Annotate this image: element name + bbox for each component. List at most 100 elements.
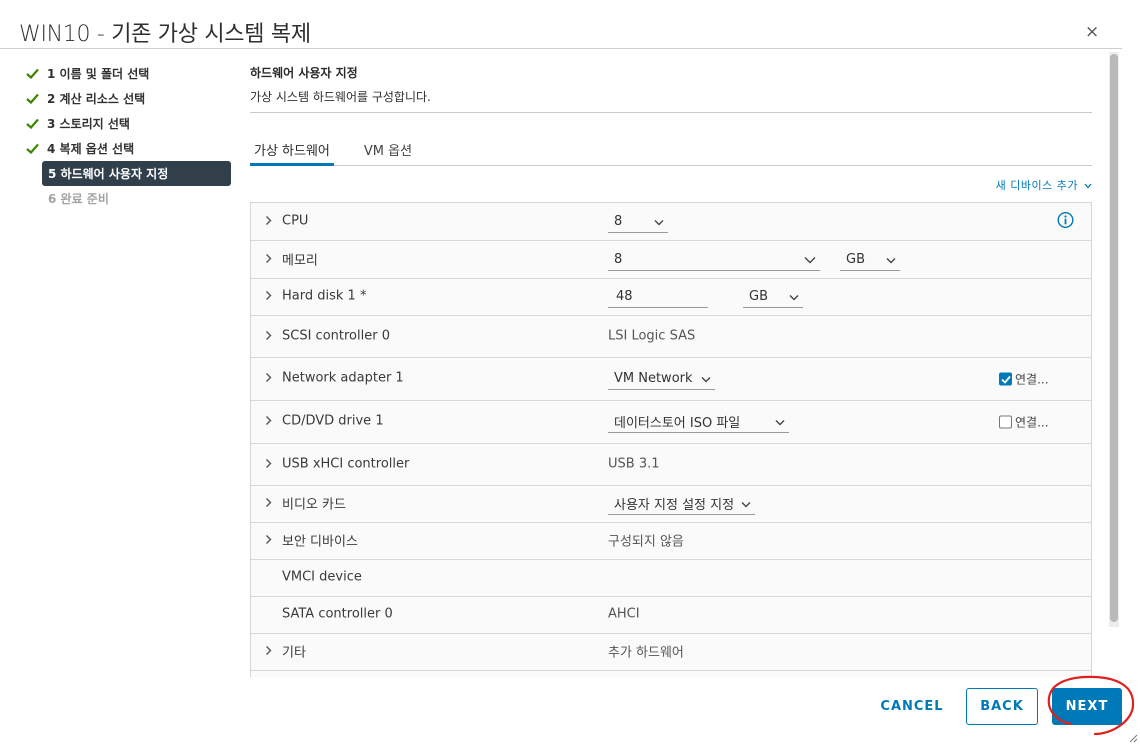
section-title: 하드웨어 사용자 지정 (250, 66, 358, 80)
disk-size-value: 48 (616, 289, 633, 304)
next-button[interactable]: NEXT (1052, 688, 1122, 725)
chevron-down-icon (654, 215, 664, 230)
hw-row-other: 기타 추가 하드웨어 (251, 634, 1091, 671)
scrollbar-thumb[interactable] (1110, 54, 1118, 622)
hw-row-sata-controller: SATA controller 0 AHCI (251, 597, 1091, 634)
tab-vm-options[interactable]: VM 옵션 (360, 139, 416, 166)
hw-label: VMCI device (282, 569, 362, 585)
tab-virtual-hardware[interactable]: 가상 하드웨어 (250, 139, 334, 166)
step-label: 3 스토리지 선택 (47, 117, 130, 131)
memory-value: 8 (614, 251, 623, 267)
hw-label: SATA controller 0 (282, 606, 393, 622)
hw-value: AHCI (608, 606, 640, 622)
cd-dvd-connect: 연결... (999, 414, 1049, 431)
hw-row-hard-disk: Hard disk 1 * 48 GB (251, 279, 1091, 316)
close-icon[interactable]: × (1085, 24, 1099, 41)
hw-row-memory: 메모리 8 GB (251, 241, 1091, 279)
hw-label: 보안 디바이스 (282, 534, 358, 550)
connect-label: 연결... (1015, 415, 1049, 430)
section-divider (250, 112, 1092, 113)
chevron-right-icon[interactable] (265, 252, 272, 267)
hw-value: 추가 하드웨어 (608, 645, 684, 661)
hw-row-scsi-controller: SCSI controller 0 LSI Logic SAS (251, 316, 1091, 358)
step-6: 6 완료 준비 (23, 186, 233, 211)
network-value: VM Network (614, 371, 693, 386)
section-subtitle: 가상 시스템 하드웨어를 구성합니다. (250, 90, 431, 104)
step-3[interactable]: 3 스토리지 선택 (23, 111, 233, 136)
chevron-down-icon (701, 372, 711, 387)
step-label: 1 이름 및 폴더 선택 (47, 67, 150, 81)
hw-row-cd-dvd-drive: CD/DVD drive 1 데이터스토어 ISO 파일 연결... (251, 401, 1091, 444)
memory-select[interactable]: 8 (608, 249, 820, 271)
disk-unit-select[interactable]: GB (743, 286, 803, 308)
step-1[interactable]: 1 이름 및 폴더 선택 (23, 61, 233, 86)
hw-value: 구성되지 않음 (608, 534, 684, 550)
check-icon (23, 118, 47, 129)
main-content: 하드웨어 사용자 지정 가상 시스템 하드웨어를 구성합니다. 가상 하드웨어 … (250, 64, 1092, 677)
chevron-down-icon (1084, 182, 1092, 192)
chevron-right-icon[interactable] (265, 497, 272, 512)
video-card-value: 사용자 지정 설정 지정 (614, 498, 735, 513)
cd-dvd-connect-checkbox[interactable] (999, 415, 1012, 429)
step-label: 2 계산 리소스 선택 (47, 92, 146, 106)
hw-row-cpu: CPU 8 (251, 203, 1091, 241)
hw-row-video-card: 비디오 카드 사용자 지정 설정 지정 (251, 486, 1091, 523)
chevron-right-icon[interactable] (265, 372, 272, 387)
hw-value: LSI Logic SAS (608, 328, 696, 344)
hw-label: SCSI controller 0 (282, 328, 390, 344)
memory-unit-select[interactable]: GB (840, 249, 900, 271)
chevron-right-icon[interactable] (265, 534, 272, 549)
check-icon (23, 68, 47, 79)
step-4[interactable]: 4 복제 옵션 선택 (23, 136, 233, 161)
cd-dvd-value: 데이터스토어 ISO 파일 (614, 416, 741, 431)
step-label: 4 복제 옵션 선택 (47, 142, 135, 156)
network-connect-checkbox[interactable] (999, 372, 1012, 386)
cpu-select[interactable]: 8 (608, 211, 668, 233)
memory-unit: GB (846, 251, 865, 267)
hw-label: 기타 (282, 645, 306, 661)
hw-label: 비디오 카드 (282, 497, 346, 513)
chevron-down-icon (789, 290, 799, 305)
hw-row-vmci-device: VMCI device (251, 560, 1091, 597)
chevron-right-icon[interactable] (265, 329, 272, 344)
disk-unit: GB (749, 289, 768, 304)
connect-label: 연결... (1015, 372, 1049, 387)
title-divider (0, 48, 1122, 49)
chevron-right-icon[interactable] (265, 415, 272, 430)
back-button[interactable]: BACK (966, 688, 1038, 725)
hw-label: USB xHCI controller (282, 456, 410, 472)
cancel-button[interactable]: CANCEL (872, 688, 952, 725)
chevron-right-icon[interactable] (265, 290, 272, 305)
hardware-table: CPU 8 메모리 8 GB Hard disk 1 * 48 GB SCSI … (250, 202, 1092, 677)
cd-dvd-select[interactable]: 데이터스토어 ISO 파일 (608, 411, 789, 433)
check-icon (23, 143, 47, 154)
hw-label: 메모리 (282, 252, 318, 268)
chevron-down-icon (775, 415, 785, 430)
step-2[interactable]: 2 계산 리소스 선택 (23, 86, 233, 111)
info-circle-icon[interactable] (1057, 211, 1074, 232)
network-select[interactable]: VM Network (608, 368, 715, 390)
hw-row-network-adapter: Network adapter 1 VM Network 연결... (251, 358, 1091, 401)
add-device-label: 새 디바이스 추가 (995, 179, 1078, 192)
hw-row-security-device: 보안 디바이스 구성되지 않음 (251, 523, 1091, 560)
step-label: 6 완료 준비 (48, 192, 109, 206)
chevron-down-icon (741, 497, 751, 512)
step-5-active[interactable]: 5 하드웨어 사용자 지정 (42, 161, 231, 186)
network-connect: 연결... (999, 371, 1049, 388)
resize-grip-icon[interactable] (1128, 733, 1138, 743)
dialog-title: WIN10 - 기존 가상 시스템 복제 (19, 22, 311, 47)
hw-value: USB 3.1 (608, 456, 660, 472)
hw-row-usb-controller: USB xHCI controller USB 3.1 (251, 444, 1091, 486)
video-card-select[interactable]: 사용자 지정 설정 지정 (608, 493, 755, 515)
hw-label: Hard disk 1 * (282, 288, 367, 304)
vertical-scrollbar[interactable] (1109, 52, 1119, 627)
chevron-right-icon[interactable] (265, 214, 272, 229)
chevron-right-icon[interactable] (265, 645, 272, 660)
chevron-down-icon (804, 253, 816, 268)
wizard-steps: 1 이름 및 폴더 선택 2 계산 리소스 선택 3 스토리지 선택 4 복제 … (23, 61, 233, 211)
chevron-right-icon[interactable] (265, 457, 272, 472)
add-new-device-button[interactable]: 새 디바이스 추가 (996, 177, 1092, 193)
hw-label: CPU (282, 213, 309, 229)
disk-size-input[interactable]: 48 (608, 286, 708, 308)
cpu-value: 8 (614, 213, 623, 229)
